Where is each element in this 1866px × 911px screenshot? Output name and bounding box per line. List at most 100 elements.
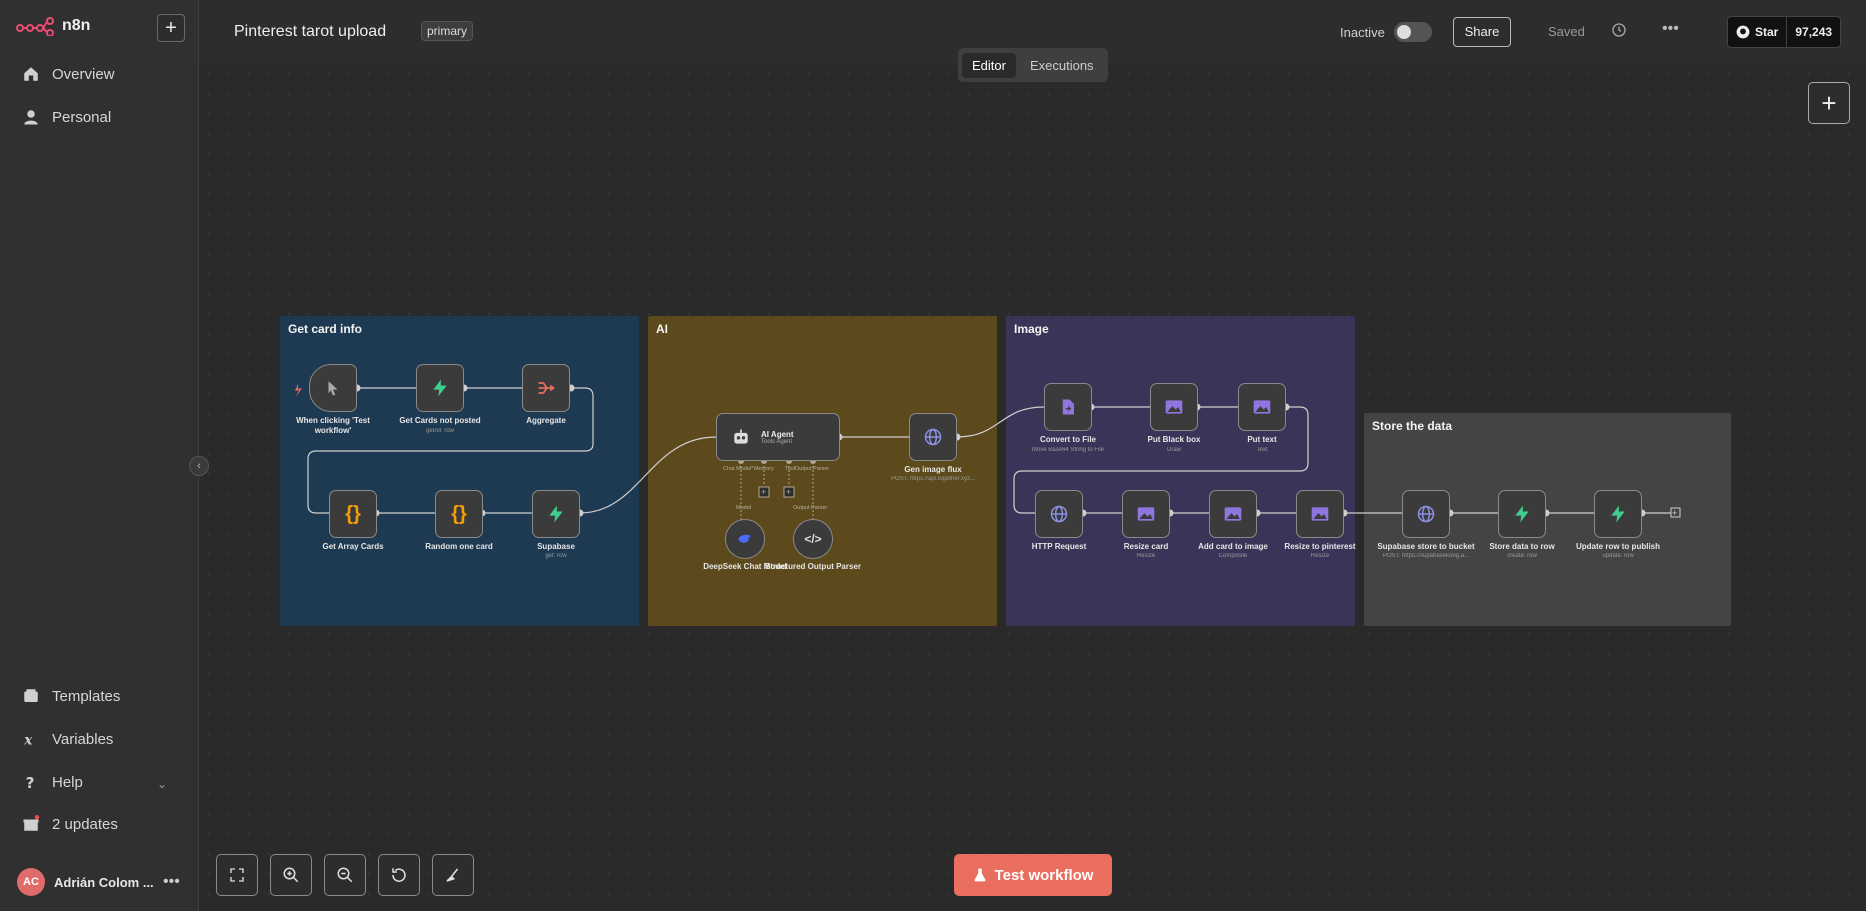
flask-icon: [974, 868, 985, 882]
zoom-to-fit-button[interactable]: [216, 854, 258, 896]
node-ai-agent[interactable]: AI Agent Tools Agent: [716, 413, 840, 461]
node-structured-output-parser[interactable]: </>: [793, 519, 833, 559]
node-resize-card[interactable]: [1122, 490, 1170, 538]
sticky-get-card-info[interactable]: Get card info: [280, 316, 639, 626]
node-aggregate[interactable]: [522, 364, 570, 412]
node-subtitle: Text: [1256, 447, 1268, 453]
zoom-in-button[interactable]: [270, 854, 312, 896]
node-resize-to-pinterest[interactable]: [1296, 490, 1344, 538]
sidebar-item-templates[interactable]: Templates: [22, 687, 120, 705]
sticky-title: Image: [1014, 322, 1049, 336]
node-label: When clicking 'Test workflow': [296, 416, 370, 435]
node-label: Random one card: [425, 542, 493, 551]
sidebar-item-label: Overview: [52, 65, 115, 83]
active-toggle[interactable]: [1394, 22, 1432, 42]
code-icon: {}: [451, 502, 467, 525]
tab-editor[interactable]: Editor: [962, 52, 1016, 78]
sticky-title: AI: [656, 322, 668, 336]
node-label: Structured Output Parser: [764, 562, 861, 571]
node-subtitle: get: row: [545, 553, 567, 559]
node-get-cards-not-posted[interactable]: [416, 364, 464, 412]
sticky-title: Get card info: [288, 322, 363, 336]
agent-text: AI Agent Tools Agent: [761, 430, 794, 445]
node-supabase[interactable]: [532, 490, 580, 538]
supabase-icon: [549, 505, 563, 523]
globe-icon: [924, 428, 942, 446]
node-manual-trigger[interactable]: [309, 364, 357, 412]
help-icon: ?: [26, 774, 35, 791]
chevron-down-icon[interactable]: ⌄: [157, 777, 167, 791]
port-label-output-parser-2: Output Parser: [793, 505, 828, 511]
cursor-icon: [328, 381, 338, 396]
test-workflow-button[interactable]: Test workflow: [954, 854, 1112, 896]
user-menu[interactable]: AC Adrián Colom ... •••: [17, 868, 180, 896]
gift-icon: [23, 815, 40, 831]
share-button[interactable]: Share: [1453, 17, 1511, 47]
image-icon: [1165, 400, 1183, 414]
node-supabase-store-to-bucket[interactable]: [1402, 490, 1450, 538]
node-label: Supabase store to bucket: [1377, 542, 1475, 551]
node-subtitle: getAll: row: [425, 428, 454, 434]
svg-text:?: ?: [26, 774, 35, 791]
sidebar-item-updates[interactable]: 2 updates: [22, 815, 118, 833]
image-icon: [1253, 400, 1271, 414]
history-icon[interactable]: [1611, 22, 1627, 38]
node-http-request[interactable]: [1035, 490, 1083, 538]
sidebar-item-overview[interactable]: Overview: [22, 65, 115, 83]
create-button[interactable]: +: [157, 14, 185, 42]
node-update-row-to-publish[interactable]: [1594, 490, 1642, 538]
reset-zoom-button[interactable]: [378, 854, 420, 896]
port-label-tool: Tool: [785, 466, 796, 472]
github-star-button[interactable]: Star 97,243: [1727, 16, 1842, 48]
globe-icon: [1050, 505, 1068, 523]
zoom-out-button[interactable]: [324, 854, 366, 896]
sidebar-item-label: Templates: [52, 687, 121, 705]
node-random-one-card[interactable]: {}: [435, 490, 483, 538]
node-put-black-box[interactable]: [1150, 383, 1198, 431]
deepseek-icon: [738, 534, 752, 543]
tidy-up-button[interactable]: [432, 854, 474, 896]
node-add-card-to-image[interactable]: [1209, 490, 1257, 538]
supabase-icon: [433, 379, 447, 397]
node-label: Convert to File: [1039, 435, 1096, 444]
node-put-text[interactable]: [1238, 383, 1286, 431]
tag-badge[interactable]: primary: [421, 21, 474, 41]
node-store-data-to-row[interactable]: [1498, 490, 1546, 538]
node-deepseek-chat-model[interactable]: [725, 519, 765, 559]
more-options-icon[interactable]: •••: [1662, 20, 1679, 38]
sidebar-item-help[interactable]: ? Help: [22, 773, 83, 792]
sidebar: n8n + Overview Personal Templates x Vari…: [0, 0, 199, 911]
node-convert-to-file[interactable]: [1044, 383, 1092, 431]
github-star: Star: [1728, 17, 1788, 47]
workflow-name[interactable]: Pinterest tarot upload: [234, 23, 386, 41]
user-name: Adrián Colom ...: [54, 874, 154, 890]
status-label: Inactive: [1340, 25, 1385, 40]
node-label: Aggregate: [526, 416, 566, 425]
file-icon: [1062, 399, 1074, 415]
more-icon[interactable]: •••: [163, 873, 180, 891]
variables-icon: x: [23, 732, 33, 748]
node-label: AI Agent: [761, 429, 794, 439]
code-tag-icon: </>: [804, 532, 822, 546]
port-label-chat-model: Chat Model*: [723, 466, 754, 472]
node-get-array-cards[interactable]: {}: [329, 490, 377, 538]
n8n-logo[interactable]: n8n: [16, 16, 90, 36]
sidebar-item-label: Help: [52, 773, 83, 791]
robot-icon: [734, 429, 748, 444]
sidebar-item-personal[interactable]: Personal: [22, 108, 111, 126]
zoom-in-icon: [283, 867, 299, 883]
tab-executions[interactable]: Executions: [1020, 53, 1104, 78]
sticky-image[interactable]: Image: [1006, 316, 1355, 626]
node-label: Resize to pinterest: [1284, 542, 1356, 551]
sidebar-item-variables[interactable]: x Variables: [22, 730, 113, 749]
supabase-icon: [1611, 505, 1625, 523]
collapse-sidebar-button[interactable]: ‹: [189, 456, 209, 476]
home-icon: [24, 67, 38, 81]
image-icon: [1224, 507, 1242, 521]
view-tabs: Editor Executions: [958, 48, 1108, 82]
node-subtitle: Tools Agent: [761, 438, 793, 445]
logo-text: n8n: [62, 17, 91, 34]
add-node-button[interactable]: +: [1808, 82, 1850, 124]
node-subtitle: update: row: [1602, 553, 1634, 559]
node-gen-image-flux[interactable]: [909, 413, 957, 461]
